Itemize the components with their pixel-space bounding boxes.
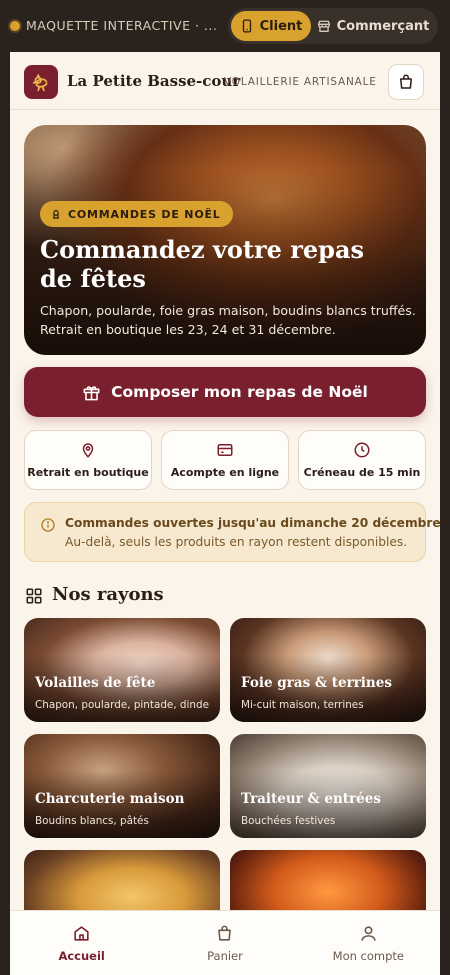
nav-label: Accueil <box>58 948 105 963</box>
role-switch: Client Commerçant <box>228 8 438 44</box>
role-client-button[interactable]: Client <box>231 11 311 41</box>
feature-chip-label: Créneau de 15 min <box>303 466 421 479</box>
nav-label: Mon compte <box>332 948 404 963</box>
status-dot <box>10 20 20 31</box>
bottom-nav: Accueil Panier Mon compte <box>10 910 440 975</box>
nav-account[interactable]: Mon compte <box>297 911 440 975</box>
category-card-volailles[interactable]: Volailles de fête Chapon, poularde, pint… <box>24 618 220 722</box>
order-deadline-notice: Commandes ouvertes jusqu'au dimanche 20 … <box>24 502 440 562</box>
info-icon <box>41 518 55 532</box>
section-title: Nos rayons <box>52 584 164 605</box>
nav-home[interactable]: Accueil <box>10 911 153 975</box>
category-subtitle: Chapon, poularde, pintade, dinde <box>35 699 209 711</box>
hero-description: Chapon, poularde, foie gras maison, boud… <box>40 303 416 337</box>
user-icon <box>361 925 376 941</box>
category-title: Volailles de fête <box>35 675 156 691</box>
chef-hat-icon <box>53 209 59 219</box>
cart-button[interactable] <box>388 64 424 100</box>
feature-chip-label: Retrait en boutique <box>27 466 149 479</box>
demo-label-text: MAQUETTE INTERACTIVE · ... <box>26 18 218 33</box>
category-card-foie-gras[interactable]: Foie gras & terrines Mi-cuit maison, ter… <box>230 618 426 722</box>
credit-card-icon <box>217 444 233 456</box>
category-title: Foie gras & terrines <box>241 675 392 691</box>
store-icon <box>317 20 330 32</box>
map-pin-icon <box>82 443 94 458</box>
category-subtitle: Boudins blancs, pâtés <box>35 815 149 827</box>
phone-icon <box>242 19 251 33</box>
category-subtitle: Mi-cuit maison, terrines <box>241 699 364 711</box>
hero-title: Commandez votre repas de fêtes <box>40 235 364 293</box>
nav-cart[interactable]: Panier <box>153 911 296 975</box>
category-subtitle: Bouchées festives <box>241 815 336 827</box>
hero-banner: COMMANDES DE NOËL Commandez votre repas … <box>24 125 426 355</box>
category-title: Charcuterie maison <box>35 791 185 807</box>
clock-icon <box>354 442 370 458</box>
role-merchant-label: Commerçant <box>336 18 430 34</box>
hero-badge-text: COMMANDES DE NOËL <box>68 207 221 221</box>
app-screen: La Petite Basse-cour VOLAILLERIE ARTISAN… <box>10 52 440 975</box>
shopping-bag-icon <box>400 74 412 89</box>
home-icon <box>74 925 89 941</box>
feature-chips: Retrait en boutique Acompte en ligne Cré… <box>24 430 426 490</box>
role-client-label: Client <box>259 18 303 34</box>
role-merchant-button[interactable]: Commerçant <box>311 11 435 41</box>
grid-icon <box>26 588 42 604</box>
bag-icon <box>218 925 232 941</box>
category-card-charcuterie[interactable]: Charcuterie maison Boudins blancs, pâtés <box>24 734 220 838</box>
feature-chip-deposit: Acompte en ligne <box>161 430 289 490</box>
notice-text: Au-delà, seuls les produits en rayon res… <box>65 535 408 549</box>
feature-chip-label: Acompte en ligne <box>170 466 280 479</box>
nav-label: Panier <box>207 948 243 963</box>
brand-tagline: VOLAILLERIE ARTISANALE <box>224 76 377 88</box>
app-header: La Petite Basse-cour VOLAILLERIE ARTISAN… <box>10 52 440 110</box>
hero-badge: COMMANDES DE NOËL <box>40 201 233 227</box>
demo-label: MAQUETTE INTERACTIVE · ... <box>10 18 217 33</box>
gift-icon <box>83 385 100 400</box>
notice-title: Commandes ouvertes jusqu'au dimanche 20 … <box>65 516 440 530</box>
category-card-traiteur[interactable]: Traiteur & entrées Bouchées festives <box>230 734 426 838</box>
rooster-icon[interactable] <box>24 65 58 99</box>
compose-meal-label: Composer mon repas de Noël <box>111 383 368 401</box>
category-title: Traiteur & entrées <box>241 791 381 807</box>
compose-meal-button[interactable]: Composer mon repas de Noël <box>24 367 426 417</box>
feature-chip-slot: Créneau de 15 min <box>298 430 426 490</box>
demo-bar: MAQUETTE INTERACTIVE · ... Client Commer… <box>0 0 450 52</box>
feature-chip-pickup: Retrait en boutique <box>24 430 152 490</box>
brand-name: La Petite Basse-cour <box>67 72 241 90</box>
